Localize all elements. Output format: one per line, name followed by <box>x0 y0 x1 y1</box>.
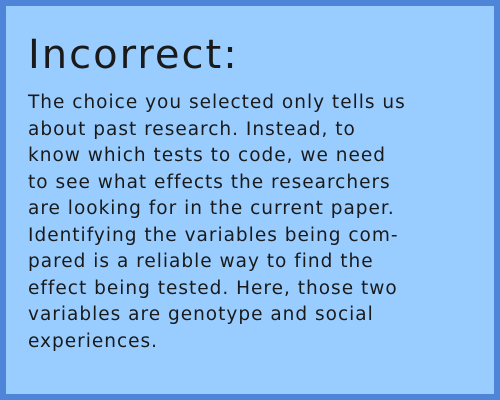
feedback-panel: Incorrect: The choice you selected only … <box>0 0 500 400</box>
feedback-line: about past research. Instead, to <box>28 118 356 140</box>
feedback-line: effect being tested. Here, those two <box>28 277 398 299</box>
feedback-line: know which tests to code, we need <box>28 145 387 166</box>
feedback-line: Identifying the variables being com- <box>28 224 399 246</box>
feedback-line: pared is a reliable way to find the <box>28 251 374 272</box>
feedback-line: The choice you selected only tells us <box>28 92 406 113</box>
feedback-title: Incorrect: <box>28 32 239 78</box>
feedback-body: The choice you selected only tells us ab… <box>28 90 488 355</box>
feedback-line: variables are genotype and social <box>28 304 374 325</box>
feedback-line: are looking for in the current paper. <box>28 198 395 219</box>
feedback-line: to see what effects the researchers <box>28 171 391 193</box>
feedback-line: experiences. <box>28 330 159 352</box>
